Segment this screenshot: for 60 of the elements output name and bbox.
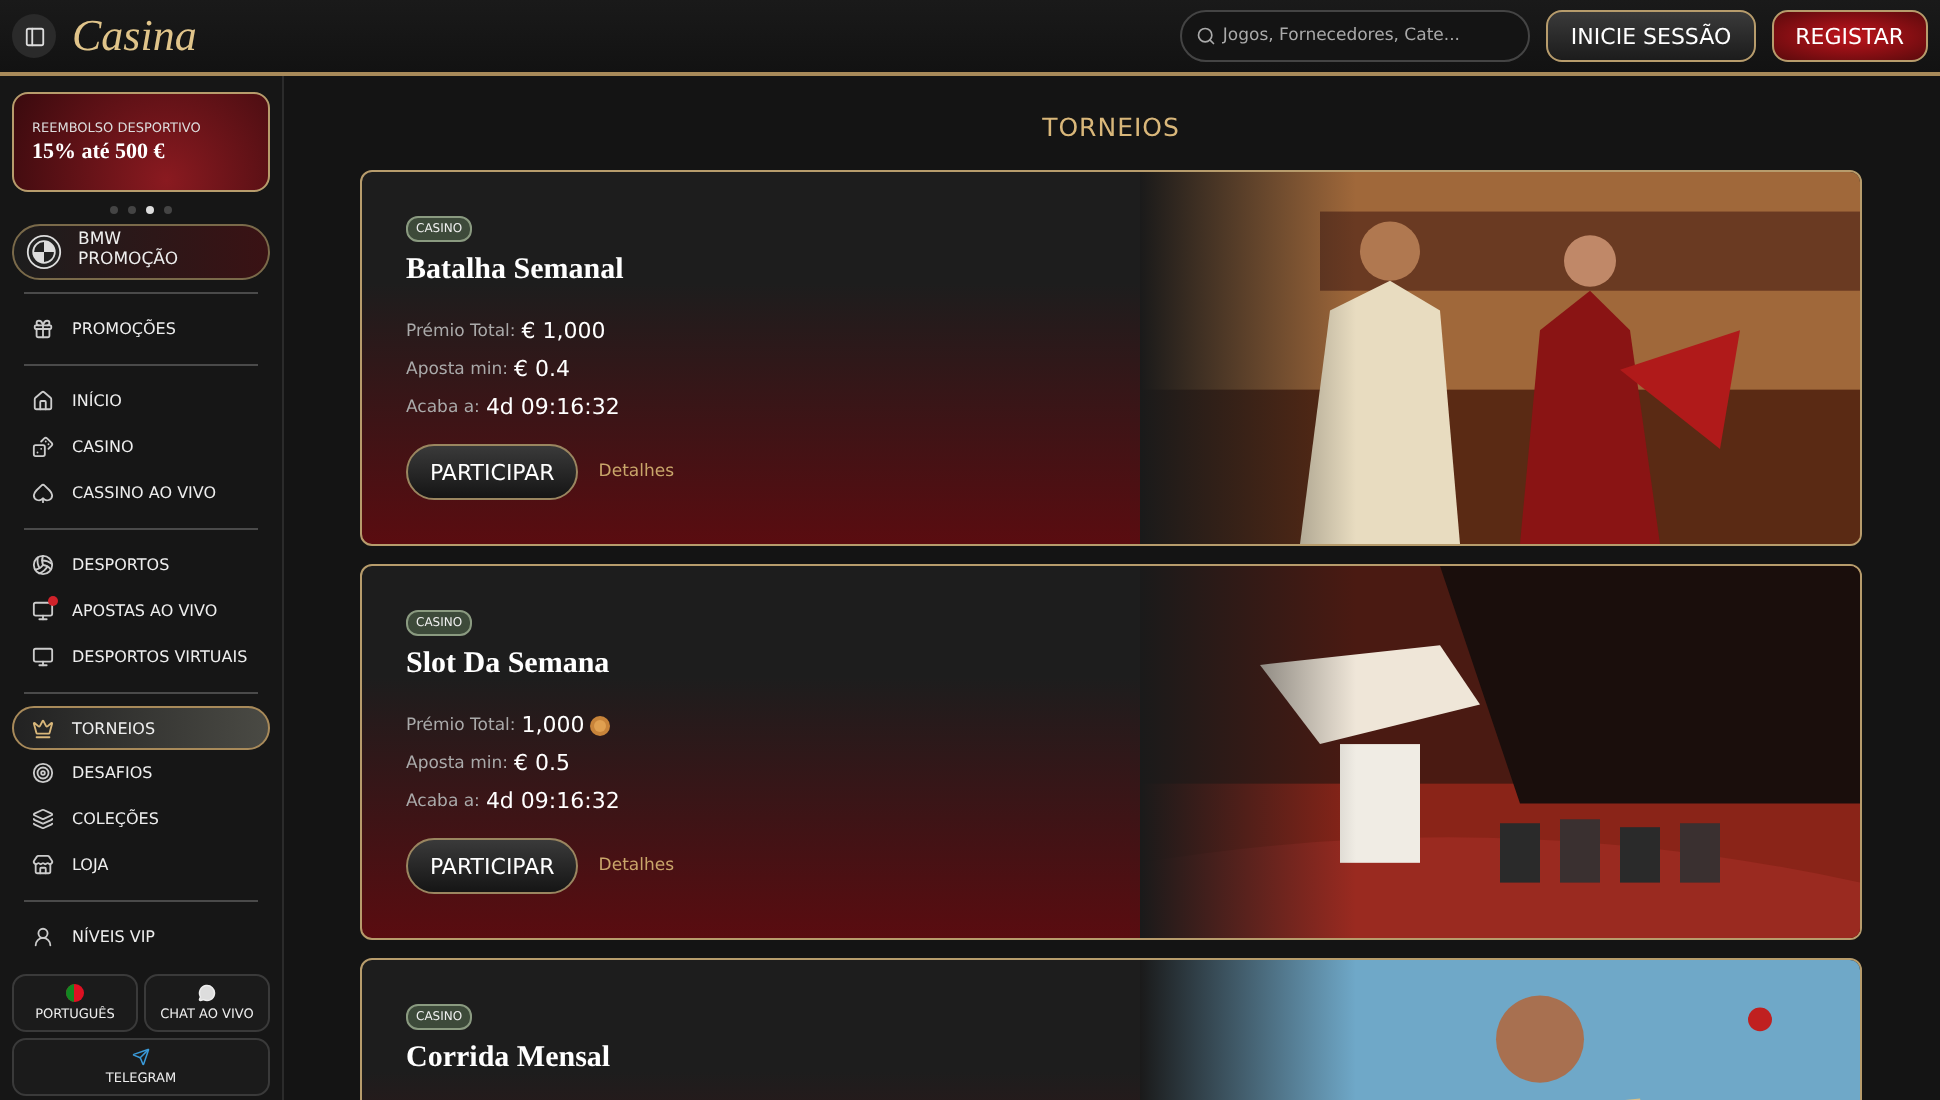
min-bet-label: Aposta min: (406, 753, 508, 773)
details-link[interactable]: Detalhes (598, 462, 675, 482)
bmw-promo-button[interactable]: BMW PROMOÇÃO (12, 224, 270, 280)
prize-label: Prémio Total: (406, 321, 516, 341)
live-screen-icon (32, 600, 54, 622)
sidebar-toggle[interactable] (12, 14, 56, 58)
nav-item[interactable]: COLEÇÕES (12, 796, 270, 842)
nav-item[interactable]: CASSINO AO VIVO (12, 470, 270, 516)
login-button[interactable]: INICIE SESSÃO (1546, 10, 1756, 62)
roundel-icon (26, 234, 62, 270)
nav-item[interactable]: TORNEIOS (12, 706, 270, 750)
spade-icon (32, 482, 54, 504)
monitor-icon (32, 646, 54, 668)
page-title: TORNEIOS (1040, 112, 1182, 142)
tournament-title: Slot Da Semana (406, 648, 610, 682)
participate-button[interactable]: PARTICIPAR (406, 838, 579, 894)
prize-value: € 1,000 (521, 318, 606, 344)
nav-item[interactable]: NÍVEIS VIP (12, 914, 270, 960)
crown-icon (32, 717, 54, 739)
nav-item[interactable]: PROMOÇÕES (12, 306, 270, 352)
carousel-dot[interactable] (128, 206, 136, 214)
tournament-title: Corrida Mensal (406, 1042, 611, 1076)
carousel-dot[interactable] (164, 206, 172, 214)
person-icon (32, 926, 54, 948)
search-icon (1196, 26, 1217, 46)
paper-plane-icon (132, 1048, 150, 1066)
dice-icon (32, 436, 54, 458)
countdown: 4d 09:16:32 (485, 788, 620, 814)
nav-item[interactable]: DESPORTOS VIRTUAIS (12, 634, 270, 680)
gift-icon (32, 318, 54, 340)
target-icon (32, 762, 54, 784)
house-icon (32, 390, 54, 412)
nav-item[interactable]: CASINO (12, 424, 270, 470)
cards-icon (32, 808, 54, 830)
ball-icon (32, 554, 54, 576)
prize-value: 1,000 (521, 712, 585, 738)
shop-icon (32, 854, 54, 876)
promo-offer: 15% até 500 € (32, 140, 167, 164)
nav-item[interactable]: DESPORTOS (12, 542, 270, 588)
chat-icon (198, 984, 216, 1002)
logo[interactable]: Casina (72, 10, 197, 62)
flag-icon (66, 984, 84, 1002)
details-link[interactable]: Detalhes (598, 856, 675, 876)
ends-label: Acaba a: (406, 791, 480, 811)
carousel-dot[interactable] (146, 206, 154, 214)
countdown: 4d 09:16:32 (485, 394, 620, 420)
participate-button[interactable]: PARTICIPAR (406, 444, 579, 500)
nav-item[interactable]: INÍCIO (12, 378, 270, 424)
register-button[interactable]: REGISTAR (1771, 10, 1928, 62)
min-bet-value: € 0.4 (513, 356, 570, 382)
min-bet-label: Aposta min: (406, 359, 508, 379)
ends-label: Acaba a: (406, 397, 480, 417)
prize-label: Prémio Total: (406, 715, 516, 735)
nav-item[interactable]: LOJA (12, 842, 270, 888)
nav-item[interactable]: DESAFIOS (12, 750, 270, 796)
nav-item[interactable]: APOSTAS AO VIVO (12, 588, 270, 634)
tournament-title: Batalha Semanal (406, 254, 624, 288)
carousel-dot[interactable] (110, 206, 118, 214)
min-bet-value: € 0.5 (513, 750, 570, 776)
panel-icon (23, 25, 45, 47)
